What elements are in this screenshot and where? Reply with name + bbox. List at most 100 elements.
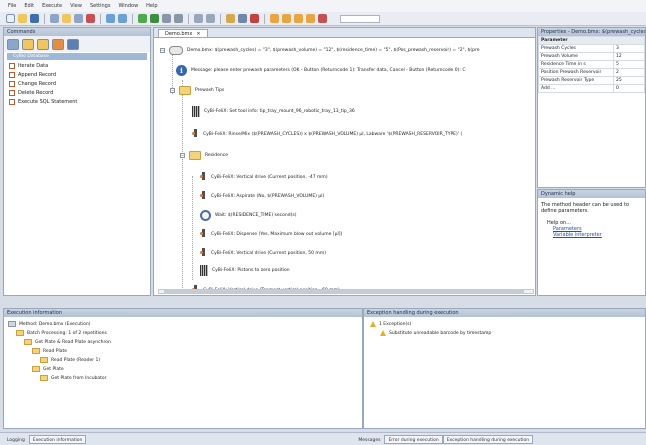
view-icon[interactable]: [270, 14, 279, 23]
dynamic-help-panel: Dynamic help The method header can be us…: [537, 189, 646, 296]
properties-icon[interactable]: [238, 14, 247, 23]
execution-row[interactable]: Method: Demo.bmx (Execution): [8, 321, 90, 327]
command-icon: [9, 62, 15, 69]
open-icon[interactable]: [18, 14, 27, 23]
check-icon[interactable]: [138, 14, 147, 23]
pipette-icon: [192, 129, 199, 140]
close-icon[interactable]: ×: [196, 30, 200, 37]
cut-icon[interactable]: [50, 14, 59, 23]
tree-row-step[interactable]: CyBi-FeliX: Rinse/Mix ($(PREWASH_CYCLES)…: [192, 129, 462, 140]
delete-icon[interactable]: [86, 14, 95, 23]
folder-icon: [179, 86, 191, 95]
horizontal-scrollbar[interactable]: [158, 289, 534, 294]
scrollbar-thumb[interactable]: [164, 290, 524, 293]
exception-row[interactable]: 1 Exception(s): [370, 321, 411, 327]
execution-panel: Execution information Method: Demo.bmx (…: [3, 308, 363, 429]
vertical-drive-icon: [200, 172, 207, 183]
menu-help[interactable]: Help: [146, 3, 157, 9]
execution-row[interactable]: Get Plate: [32, 366, 64, 372]
bottom-tab-strip: Logging Execution information Messages E…: [0, 432, 646, 445]
aspirate-icon: [200, 191, 207, 202]
find-icon[interactable]: [194, 14, 203, 23]
pause-icon[interactable]: [162, 14, 171, 23]
collapse-icon[interactable]: −: [170, 88, 175, 93]
execution-row[interactable]: Read Plate (Reader 1): [40, 357, 100, 363]
help-link-variable-interpreter[interactable]: Variable interpreter: [541, 232, 642, 238]
property-group[interactable]: Parameter: [538, 36, 645, 45]
category-icon[interactable]: [7, 38, 19, 50]
menu-execute[interactable]: Execute: [42, 3, 62, 9]
debug-icon[interactable]: [250, 14, 259, 23]
dispense-icon: [200, 229, 207, 240]
execution-row[interactable]: Batch Processing: 1 of 2 repetitions: [16, 330, 107, 336]
command-item[interactable]: Delete Record: [4, 88, 150, 97]
dynamic-help-title: Dynamic help: [538, 190, 645, 198]
database-icon[interactable]: [67, 38, 79, 50]
category-icon[interactable]: [22, 38, 34, 50]
undo-icon[interactable]: [106, 14, 115, 23]
properties-title: Properties - Demo.bmx: $(prewash_cycles): [538, 28, 645, 36]
category-icon[interactable]: [37, 38, 49, 50]
filter-icon[interactable]: [226, 14, 235, 23]
tab-messages[interactable]: Messages: [354, 435, 384, 444]
tab-exception-handling[interactable]: Exception handling during execution: [442, 434, 534, 444]
tree-row-step[interactable]: CyBi-FeliX: Set tool info: tip_tray_moun…: [192, 106, 355, 117]
execution-row[interactable]: Read Plate: [32, 348, 67, 354]
collapse-icon[interactable]: −: [160, 48, 165, 53]
property-row[interactable]: Add ... 0: [538, 84, 645, 93]
run-icon[interactable]: [150, 14, 159, 23]
save-icon[interactable]: [30, 14, 39, 23]
commands-panel-title: Commands: [4, 28, 150, 36]
copy-icon[interactable]: [62, 14, 71, 23]
tree-row-step[interactable]: Wait: $(RESIDENCE_TIME) second(s): [200, 210, 296, 221]
tab-logging[interactable]: Logging: [3, 435, 29, 444]
command-item[interactable]: Change Record: [4, 79, 150, 88]
tree-row-prewash-tips[interactable]: − Prewash Tips: [170, 86, 224, 95]
view-icon[interactable]: [294, 14, 303, 23]
tree-row-message[interactable]: i Message: please enter prewash paramete…: [176, 65, 465, 76]
tree-row-step[interactable]: CyBi-FeliX: Aspirate (No, $(PREWASH_VOLU…: [200, 191, 324, 202]
command-item[interactable]: Execute SQL Statement: [4, 97, 150, 106]
stop-icon[interactable]: [174, 14, 183, 23]
paste-icon[interactable]: [74, 14, 83, 23]
menu-view[interactable]: View: [70, 3, 82, 9]
execution-row[interactable]: Get Plate & Read Plate asynchron: [24, 339, 111, 345]
property-row[interactable]: Prewash Cycles 3: [538, 44, 645, 53]
tab-error-during-execution[interactable]: Error during execution: [384, 434, 443, 444]
execution-row[interactable]: Get Plate from Incubator: [40, 375, 107, 381]
view-icon[interactable]: [282, 14, 291, 23]
view-icon[interactable]: [306, 14, 315, 23]
tab-demo-bmx[interactable]: Demo.bmx ×: [158, 29, 208, 37]
tree-row-step[interactable]: CyBi-FeliX: Pistons to zero position: [200, 265, 290, 276]
tree-row-step[interactable]: CyBi-FeliX: Vertical drive (Current posi…: [200, 172, 328, 183]
command-icon: [9, 80, 15, 87]
tree-row-step[interactable]: CyBi-FeliX: Dispense (Yes, Maximum blow …: [200, 229, 342, 240]
method-editor: Demo.bmx × − Demo.bmx: $(prewash_cycles)…: [153, 27, 536, 296]
command-item[interactable]: Append Record: [4, 70, 150, 79]
replace-icon[interactable]: [206, 14, 215, 23]
category-icon[interactable]: [52, 38, 64, 50]
command-icon: [9, 98, 15, 105]
toolbar-combo[interactable]: [340, 14, 380, 23]
property-row[interactable]: Position Prewash Reservoir 2: [538, 68, 645, 77]
tip-tray-icon: [192, 106, 200, 117]
view-icon[interactable]: [318, 14, 327, 23]
new-icon[interactable]: [6, 14, 15, 23]
tab-execution-information[interactable]: Execution information: [28, 434, 87, 444]
command-category-selected[interactable]: CyBio Database: [7, 53, 147, 60]
tree-row-step[interactable]: CyBi-FeliX: Vertical drive (Current posi…: [200, 248, 326, 259]
redo-icon[interactable]: [118, 14, 127, 23]
menu-file[interactable]: File: [8, 3, 16, 9]
command-icon: [9, 71, 15, 78]
tree-row-header[interactable]: − Demo.bmx: $(prewash_cycles) = "3", $(p…: [160, 46, 480, 55]
collapse-icon[interactable]: −: [180, 153, 185, 158]
tree-row-residence[interactable]: − Residence: [180, 151, 228, 160]
menu-edit[interactable]: Edit: [24, 3, 34, 9]
menu-settings[interactable]: Settings: [90, 3, 111, 9]
command-item[interactable]: Iterate Data: [4, 61, 150, 70]
property-row[interactable]: Prewash Reservoir Type 25: [538, 76, 645, 85]
exception-row[interactable]: Substitute unreadable barcode by timesta…: [380, 330, 491, 336]
menu-window[interactable]: Window: [118, 3, 138, 9]
property-row[interactable]: Residence Time in s5: [538, 60, 645, 69]
property-row[interactable]: Prewash Volume 12: [538, 52, 645, 61]
